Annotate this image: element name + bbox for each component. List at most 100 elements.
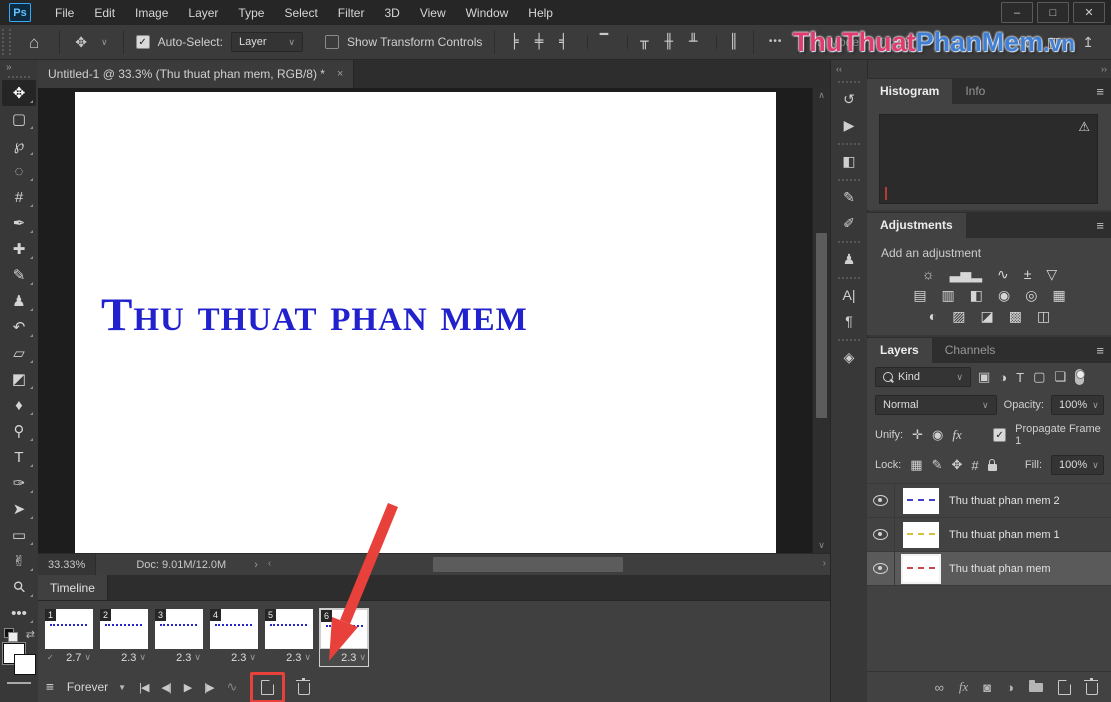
color-lookup-icon[interactable]: ▦ bbox=[1052, 288, 1065, 302]
layer-name[interactable]: Thu thuat phan mem 2 bbox=[949, 495, 1060, 507]
gradient-tool[interactable]: ◩ bbox=[2, 366, 36, 392]
lock-position-icon[interactable]: ✥ bbox=[952, 457, 963, 473]
layer-thumbnail[interactable] bbox=[903, 555, 939, 582]
eraser-tool[interactable]: ▱ bbox=[2, 340, 36, 366]
quick-selection-tool[interactable]: ◌ bbox=[2, 158, 36, 184]
scroll-left-icon[interactable]: ‹ bbox=[268, 558, 271, 569]
collapse-toolbar-icon[interactable]: » bbox=[0, 60, 16, 73]
home-icon[interactable]: ⌂ bbox=[21, 34, 47, 51]
horizontal-scrollbar[interactable]: ‹ › bbox=[268, 554, 830, 576]
duplicate-frame-button[interactable] bbox=[261, 679, 275, 695]
tool-presets-panel-icon[interactable]: ✐ bbox=[832, 210, 866, 236]
tab-histogram[interactable]: Histogram bbox=[867, 79, 953, 104]
clone-stamp-tool[interactable]: ♟ bbox=[2, 288, 36, 314]
frame-delay[interactable]: 2.3 ∨ bbox=[210, 649, 258, 666]
history-panel-icon[interactable]: ↺ bbox=[832, 86, 866, 112]
align-left-edges-icon[interactable]: ╞ bbox=[507, 35, 521, 49]
filter-toggle[interactable] bbox=[1075, 369, 1086, 385]
spot-healing-brush-tool[interactable]: ✚ bbox=[2, 236, 36, 262]
frame-delay[interactable]: 2.3 ∨ bbox=[155, 649, 203, 666]
align-horizontal-centers-icon[interactable]: ╪ bbox=[532, 35, 546, 49]
layer-thumbnail[interactable] bbox=[903, 487, 939, 514]
channel-mixer-icon[interactable]: ◎ bbox=[1025, 288, 1037, 302]
orbit-3d-icon[interactable]: ↺ bbox=[870, 35, 888, 49]
unify-visibility-icon[interactable]: ◉ bbox=[932, 427, 943, 443]
share-icon[interactable]: ↥ bbox=[1079, 35, 1097, 49]
add-layer-mask-icon[interactable]: ◙ bbox=[983, 680, 991, 695]
menu-item[interactable]: Window bbox=[456, 6, 519, 20]
menu-item[interactable]: Select bbox=[274, 6, 327, 20]
unify-style-icon[interactable]: fx bbox=[952, 427, 961, 443]
menu-item[interactable]: Edit bbox=[84, 6, 125, 20]
layer-name[interactable]: Thu thuat phan mem bbox=[949, 563, 1051, 575]
tab-info[interactable]: Info bbox=[952, 79, 998, 104]
blend-mode-dropdown[interactable]: Normal ∨ bbox=[875, 395, 997, 415]
close-button[interactable]: ✕ bbox=[1073, 2, 1105, 23]
new-layer-icon[interactable] bbox=[1058, 679, 1071, 695]
layer-visibility-eye-icon[interactable] bbox=[873, 529, 888, 540]
collapse-panels-icon[interactable]: ›› bbox=[1101, 64, 1107, 74]
auto-select-target-dropdown[interactable]: Layer ∨ bbox=[230, 32, 303, 52]
hue-saturation-icon[interactable]: ▤ bbox=[913, 288, 926, 302]
filter-adjustment-layers-icon[interactable]: ◑ bbox=[999, 370, 1007, 385]
chevron-down-icon[interactable]: ∨ bbox=[98, 37, 111, 47]
vertical-scroll-thumb[interactable] bbox=[816, 233, 827, 418]
layer-row[interactable]: Thu thuat phan mem 1 bbox=[867, 518, 1111, 552]
layer-thumbnail[interactable] bbox=[903, 521, 939, 548]
filter-pixel-layers-icon[interactable]: ▣ bbox=[978, 369, 990, 385]
threed-panel-icon[interactable]: ◈ bbox=[832, 344, 866, 370]
threshold-icon[interactable]: ◪ bbox=[981, 309, 994, 323]
pen-tool[interactable]: ✑ bbox=[2, 470, 36, 496]
black-white-icon[interactable]: ◧ bbox=[970, 288, 983, 302]
layer-name[interactable]: Thu thuat phan mem 1 bbox=[949, 529, 1060, 541]
move-tool[interactable]: ✥ bbox=[2, 80, 36, 106]
eyedropper-tool[interactable]: ✒ bbox=[2, 210, 36, 236]
show-transform-checkbox[interactable] bbox=[324, 35, 339, 49]
lock-all-icon[interactable] bbox=[987, 458, 997, 471]
lock-pixels-icon[interactable]: ✎ bbox=[932, 457, 943, 473]
animation-frame[interactable]: 5 2.3 ∨ bbox=[265, 609, 313, 666]
hand-tool[interactable]: ✌ bbox=[2, 548, 36, 574]
new-group-icon[interactable] bbox=[1029, 679, 1043, 692]
roll-3d-icon[interactable]: ◎ bbox=[898, 35, 916, 49]
curves-icon[interactable]: ∿ bbox=[997, 267, 1009, 281]
animation-frame[interactable]: 2 2.3 ∨ bbox=[100, 609, 148, 666]
align-right-edges-icon[interactable]: ╡ bbox=[556, 35, 570, 49]
frame-delay[interactable]: 2.3 ∨ bbox=[320, 649, 368, 666]
actions-panel-icon[interactable]: ▶ bbox=[832, 112, 866, 138]
filter-smart-objects-icon[interactable]: ❏ bbox=[1054, 369, 1066, 385]
lasso-tool[interactable]: ℘ bbox=[2, 132, 36, 158]
distribute-vertical-centers-icon[interactable]: ╫ bbox=[662, 35, 676, 49]
swap-colors-icon[interactable]: ⇄ bbox=[26, 628, 35, 641]
move-tool-icon[interactable]: ✥ bbox=[72, 35, 90, 49]
next-frame-button[interactable]: |▶ bbox=[204, 681, 214, 694]
brush-tool[interactable]: ✎ bbox=[2, 262, 36, 288]
auto-select-checkbox[interactable]: ✓ bbox=[135, 35, 150, 49]
character-panel-icon[interactable]: A| bbox=[832, 282, 866, 308]
menu-item[interactable]: Layer bbox=[178, 6, 228, 20]
menu-item[interactable]: Image bbox=[125, 6, 178, 20]
animation-frame[interactable]: 1 ✓ 2.7 ∨ bbox=[45, 609, 93, 666]
menu-item[interactable]: 3D bbox=[374, 6, 409, 20]
maximize-button[interactable]: □ bbox=[1037, 2, 1069, 23]
status-chevron-icon[interactable]: › bbox=[254, 559, 258, 571]
delete-frame-button[interactable] bbox=[296, 677, 311, 695]
dodge-tool[interactable]: ⚲ bbox=[2, 418, 36, 444]
first-frame-button[interactable]: |◀ bbox=[139, 681, 149, 694]
distribute-horizontal-icon[interactable]: ║ bbox=[716, 35, 740, 49]
panel-menu-icon[interactable]: ≡ bbox=[1096, 218, 1104, 233]
layer-visibility-eye-icon[interactable] bbox=[873, 495, 888, 506]
scroll-down-icon[interactable]: ∨ bbox=[813, 540, 830, 551]
layer-style-icon[interactable]: fx bbox=[959, 679, 968, 695]
edit-toolbar-icon[interactable]: ••• bbox=[2, 600, 36, 626]
levels-icon[interactable]: ▃▅▂ bbox=[950, 267, 982, 281]
propagate-frame-checkbox[interactable]: ✓ bbox=[992, 428, 1007, 442]
tab-layers[interactable]: Layers bbox=[867, 338, 932, 363]
rectangular-marquee-tool[interactable]: ▢ bbox=[2, 106, 36, 132]
blur-tool[interactable]: ♦ bbox=[2, 392, 36, 418]
scroll-right-icon[interactable]: › bbox=[823, 558, 826, 569]
crop-tool[interactable]: # bbox=[2, 184, 36, 210]
layer-filter-dropdown[interactable]: Kind ∨ bbox=[875, 367, 971, 387]
layer-row[interactable]: Thu thuat phan mem 2 bbox=[867, 484, 1111, 518]
loop-count-dropdown[interactable]: Forever ▼ bbox=[67, 680, 126, 694]
